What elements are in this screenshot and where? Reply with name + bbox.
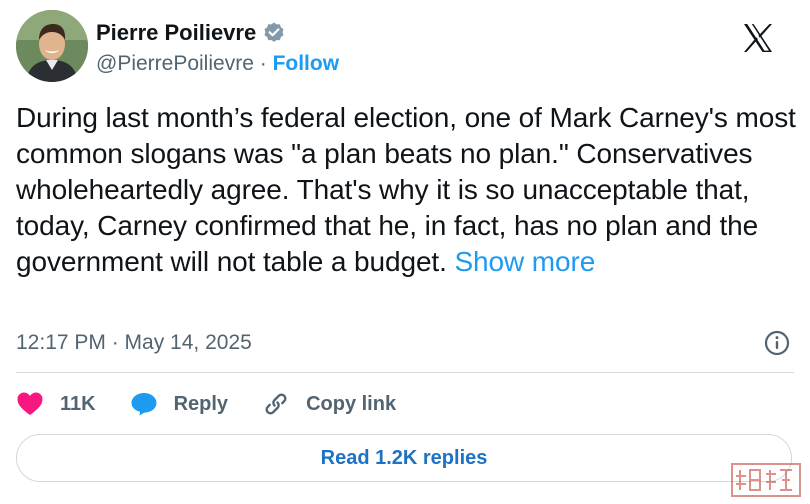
tweet-embed-card: Pierre Poilievre @PierrePoilievre · Foll… — [0, 0, 810, 504]
author-name[interactable]: Pierre Poilievre — [96, 19, 256, 47]
verified-badge-icon — [262, 21, 286, 45]
show-more-link[interactable]: Show more — [454, 246, 595, 277]
action-bar: 11K Reply Copy link — [16, 386, 430, 422]
author-handle[interactable]: @PierrePoilievre — [96, 52, 254, 75]
avatar-image — [16, 10, 88, 82]
reply-label: Reply — [173, 392, 229, 415]
divider — [16, 372, 794, 373]
handle-separator: · — [259, 52, 267, 75]
likes-count: 11K — [60, 392, 96, 415]
timestamp[interactable]: 12:17 PM · May 14, 2025 — [16, 331, 252, 354]
handle-row: @PierrePoilievre · Follow — [96, 50, 339, 78]
tweet-header: Pierre Poilievre @PierrePoilievre · Foll… — [16, 10, 794, 82]
copy-link-button[interactable]: Copy link — [262, 390, 396, 418]
author-info: Pierre Poilievre @PierrePoilievre · Foll… — [96, 18, 339, 78]
read-replies-button[interactable]: Read 1.2K replies — [16, 434, 792, 482]
link-icon — [262, 390, 290, 418]
speech-bubble-icon — [130, 391, 158, 417]
tweet-meta: 12:17 PM · May 14, 2025 — [16, 328, 794, 358]
info-icon[interactable] — [764, 330, 790, 356]
tweet-text: During last month’s federal election, on… — [16, 102, 796, 277]
tweet-body: During last month’s federal election, on… — [16, 100, 796, 280]
heart-icon — [16, 391, 44, 417]
reply-button[interactable]: Reply — [130, 391, 228, 417]
name-row: Pierre Poilievre — [96, 18, 339, 48]
avatar[interactable] — [16, 10, 88, 82]
x-logo-icon[interactable] — [742, 22, 774, 54]
like-button[interactable]: 11K — [16, 391, 96, 417]
follow-button[interactable]: Follow — [273, 52, 340, 75]
copy-link-label: Copy link — [306, 392, 397, 415]
read-replies-label: Read 1.2K replies — [320, 446, 488, 469]
watermark-stamp — [730, 462, 802, 498]
